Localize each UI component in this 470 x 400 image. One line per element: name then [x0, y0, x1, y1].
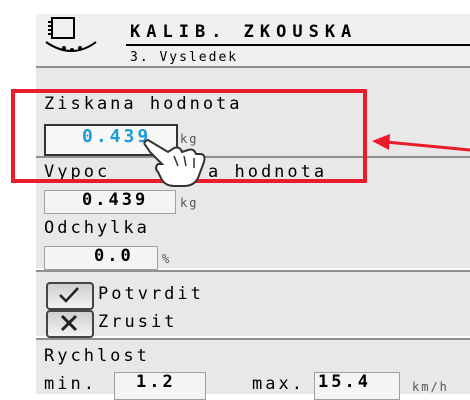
- page-title: KALIB. ZKOUSKA: [130, 22, 358, 42]
- calculated-unit: kg: [180, 196, 199, 210]
- deviation-unit: %: [162, 252, 172, 266]
- confirm-button[interactable]: [46, 282, 94, 310]
- speed-min-label: min.: [44, 374, 97, 394]
- page-subtitle: 3. Vysledek: [130, 50, 239, 65]
- title-underline: [126, 44, 470, 46]
- speed-max-value: 15.4: [318, 372, 371, 392]
- calibration-screen: KALIB. ZKOUSKA 3. Vysledek Ziskana hodno…: [0, 0, 470, 400]
- speed-min-value: 1.2: [136, 372, 176, 392]
- hand-pointer-icon: [140, 134, 210, 194]
- cancel-button[interactable]: [46, 310, 94, 338]
- speed-unit: km/h: [412, 380, 449, 394]
- confirm-label[interactable]: Potvrdit: [98, 284, 204, 304]
- cancel-label[interactable]: Zrusit: [98, 312, 177, 332]
- check-icon: [59, 287, 79, 303]
- deviation-value: 0.0: [94, 246, 134, 266]
- close-icon: [60, 314, 78, 332]
- scale-icon: [44, 16, 100, 68]
- deviation-label: Odchylka: [44, 218, 150, 238]
- speed-label: Rychlost: [44, 346, 150, 366]
- speed-max-label: max.: [252, 374, 305, 394]
- calculated-value: 0.439: [82, 190, 149, 210]
